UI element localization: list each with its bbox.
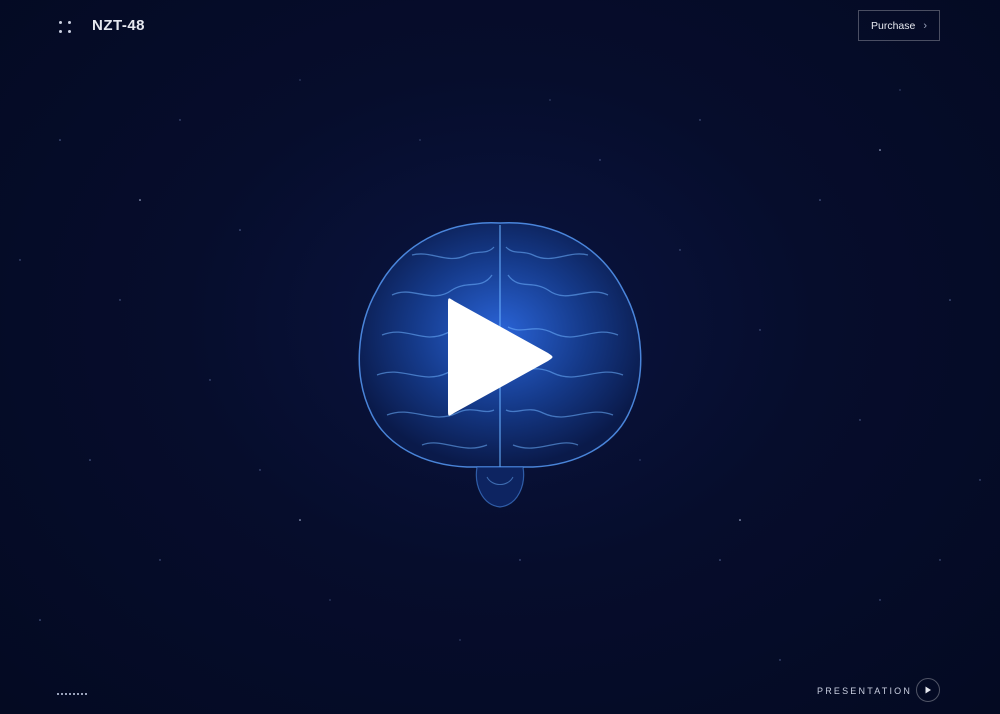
play-small-icon xyxy=(925,686,931,694)
dotted-loader-icon xyxy=(57,693,87,695)
purchase-label: Purchase xyxy=(870,19,916,32)
play-circle-icon[interactable] xyxy=(916,678,940,702)
presentation-label[interactable]: PRESENTATION xyxy=(817,686,912,696)
play-icon[interactable] xyxy=(440,293,560,421)
menu-button[interactable] xyxy=(57,19,73,35)
logo[interactable]: NZT-48 xyxy=(92,17,145,34)
chevron-right-icon: › xyxy=(923,19,928,32)
purchase-button[interactable]: Purchase › xyxy=(858,10,940,41)
